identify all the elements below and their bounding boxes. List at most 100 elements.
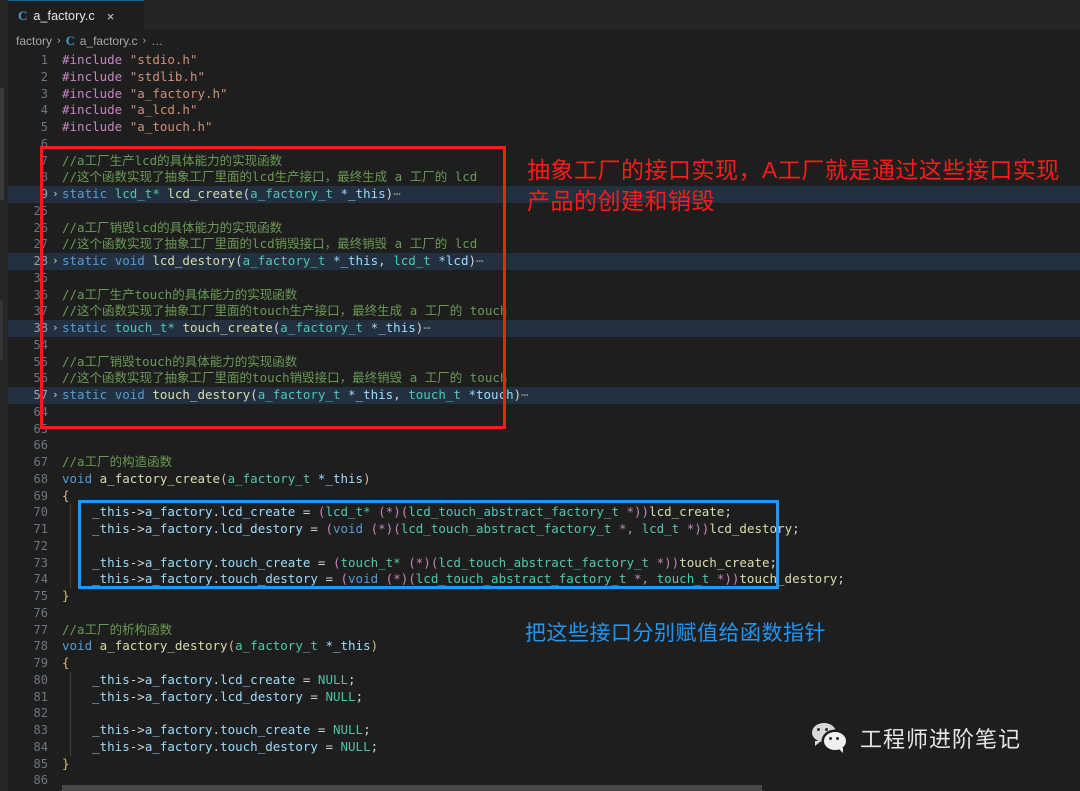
code-line[interactable]: 82 (8, 705, 1080, 722)
line-number: 83 (33, 723, 48, 737)
code-line[interactable]: 54 (8, 337, 1080, 354)
line-number: 5 (40, 120, 48, 134)
code-text: _this->a_factory.touch_create = (touch_t… (92, 554, 778, 570)
line-number: 38 (33, 321, 48, 335)
line-number: 28 (33, 254, 48, 268)
code-line[interactable]: 72 (8, 537, 1080, 555)
line-number: 70 (33, 505, 48, 520)
chevron-right-icon: › (57, 35, 61, 47)
line-number: 76 (33, 605, 48, 620)
scrollbar-thumb[interactable] (62, 785, 762, 791)
code-line[interactable]: 74 _this->a_factory.touch_destory = (voi… (8, 571, 1080, 588)
code-text: //a工厂生产touch的具体能力的实现函数 (62, 286, 298, 302)
code-text: _this->a_factory.touch_destory = (void (… (92, 571, 845, 587)
code-line[interactable]: 69 { (8, 488, 1080, 505)
fold-chevron-icon[interactable]: › (52, 186, 59, 203)
vscode-window: C a_factory.c × factory › C a_factory.c … (0, 0, 1080, 791)
breadcrumb: factory › C a_factory.c › … (8, 30, 1080, 52)
code-line[interactable]: 37 //这个函数实现了抽象工厂里面的touch生产接口，最终生成 a 工厂的 t… (8, 303, 1080, 320)
line-number: 6 (40, 136, 48, 151)
horizontal-scrollbar[interactable] (62, 785, 1080, 791)
code-text: void a_factory_destory(a_factory_t *_thi… (62, 638, 379, 654)
code-line[interactable]: 80 _this->a_factory.lcd_create = NULL; (8, 671, 1080, 689)
line-number: 84 (33, 739, 48, 754)
code-line[interactable]: 73 _this->a_factory.touch_create = (touc… (8, 554, 1080, 572)
code-line-folded[interactable]: 28 › static void lcd_destory(a_factory_t *… (8, 253, 1080, 270)
code-text: _this->a_factory.touch_create = NULL; (92, 722, 371, 737)
code-line[interactable]: 85} (8, 756, 1080, 773)
activity-bar-indicator-secondary (0, 300, 3, 360)
code-line[interactable]: 68 void a_factory_create(a_factory_t *_th… (8, 471, 1080, 488)
code-line[interactable]: 66 (8, 437, 1080, 454)
code-text: #include "stdlib.h" (62, 68, 206, 84)
code-line-folded[interactable]: 38 › static touch_t* touch_create(a_factor… (8, 320, 1080, 337)
code-text: _this->a_factory.touch_destory = NULL; (92, 738, 379, 754)
code-line[interactable]: 4 #include "a_lcd.h" (8, 102, 1080, 119)
code-line[interactable]: 67 //a工厂的构造函数 (8, 454, 1080, 471)
line-number: 82 (33, 706, 48, 721)
code-text: //a工厂生产lcd的具体能力的实现函数 (62, 152, 283, 168)
code-line[interactable]: 55 //a工厂销毁touch的具体能力的实现函数 (8, 354, 1080, 371)
code-line[interactable]: 35 (8, 270, 1080, 287)
code-line[interactable]: 36 //a工厂生产touch的具体能力的实现函数 (8, 287, 1080, 304)
code-text: _this->a_factory.lcd_destory = (void (*)… (92, 521, 800, 536)
code-line[interactable]: 27 //这个函数实现了抽象工厂里面的lcd销毁接口，最终销毁 a 工厂的 lcd (8, 236, 1080, 253)
tab-a-factory-c[interactable]: C a_factory.c × (8, 0, 144, 31)
chevron-right-icon: › (142, 35, 147, 47)
line-number: 35 (33, 270, 48, 285)
breadcrumb-root[interactable]: factory (16, 34, 52, 48)
line-number: 26 (33, 220, 48, 235)
line-number: 74 (33, 572, 48, 587)
breadcrumb-file[interactable]: a_factory.c (80, 34, 138, 48)
fold-chevron-icon[interactable]: › (52, 320, 59, 337)
fold-chevron-icon[interactable]: › (52, 387, 59, 404)
code-line-folded[interactable]: 57 › static void touch_destory(a_factory_t… (8, 387, 1080, 404)
fold-chevron-icon[interactable]: › (52, 253, 59, 270)
code-text: static touch_t* touch_create(a_factory_t… (62, 320, 431, 335)
code-text: { (62, 487, 70, 503)
breadcrumb-overflow[interactable]: … (151, 34, 163, 48)
line-number: 71 (33, 522, 48, 536)
line-number: 80 (33, 672, 48, 687)
code-line[interactable]: 76 (8, 605, 1080, 622)
code-line[interactable]: 65 (8, 421, 1080, 438)
code-line[interactable]: 64 (8, 404, 1080, 421)
code-line[interactable]: 3 #include "a_factory.h" (8, 86, 1080, 103)
code-text: //这个函数实现了抽象工厂里面的touch生产接口，最终生成 a 工厂的 tou… (62, 303, 508, 319)
code-line[interactable]: 2 #include "stdlib.h" (8, 69, 1080, 86)
line-number: 72 (33, 538, 48, 553)
line-number: 77 (33, 622, 48, 637)
annotation-blue-text: 把这些接口分别赋值给函数指针 (525, 622, 826, 645)
line-number: 25 (33, 203, 48, 218)
code-text: //a工厂销毁lcd的具体能力的实现函数 (62, 219, 283, 235)
code-line[interactable]: 75} (8, 588, 1080, 605)
line-number: 7 (40, 153, 48, 168)
code-line[interactable]: 5 #include "a_touch.h" (8, 119, 1080, 136)
line-number: 86 (33, 773, 48, 788)
code-text: _this->a_factory.lcd_create = (lcd_t* (*… (92, 504, 732, 520)
code-line[interactable]: 6 (8, 136, 1080, 153)
code-text: #include "a_factory.h" (62, 85, 228, 101)
tab-label: a_factory.c (33, 9, 95, 23)
code-text: //这个函数实现了抽象工厂里面的touch销毁接口，最终销毁 a 工厂的 tou… (62, 370, 508, 386)
code-line[interactable]: 71 _this->a_factory.lcd_destory = (void … (8, 521, 1080, 538)
code-line[interactable]: 26 //a工厂销毁lcd的具体能力的实现函数 (8, 220, 1080, 237)
code-line[interactable]: 81 _this->a_factory.lcd_destory = NULL; (8, 688, 1080, 706)
line-number: 2 (40, 69, 48, 84)
code-line[interactable]: 1 #include "stdio.h" (8, 52, 1080, 69)
code-line[interactable]: 70 _this->a_factory.lcd_create = (lcd_t*… (8, 504, 1080, 521)
code-line[interactable]: 79 { (8, 655, 1080, 672)
code-text: } (62, 755, 70, 771)
line-number: 56 (33, 371, 48, 386)
code-text: //这个函数实现了抽象工厂里面的lcd销毁接口，最终销毁 a 工厂的 lcd (62, 236, 478, 252)
code-text: #include "stdio.h" (62, 52, 198, 67)
line-number: 66 (33, 438, 48, 453)
code-text: static void touch_destory(a_factory_t *_… (62, 387, 529, 402)
code-text: #include "a_touch.h" (62, 119, 213, 134)
code-text: } (62, 588, 70, 603)
code-line[interactable]: 56 //这个函数实现了抽象工厂里面的touch销毁接口，最终销毁 a 工厂的 t… (8, 370, 1080, 387)
close-icon[interactable]: × (107, 10, 115, 23)
code-text: //a工厂销毁touch的具体能力的实现函数 (62, 353, 298, 369)
line-number: 57 (33, 388, 48, 402)
line-number: 9 (40, 187, 48, 201)
